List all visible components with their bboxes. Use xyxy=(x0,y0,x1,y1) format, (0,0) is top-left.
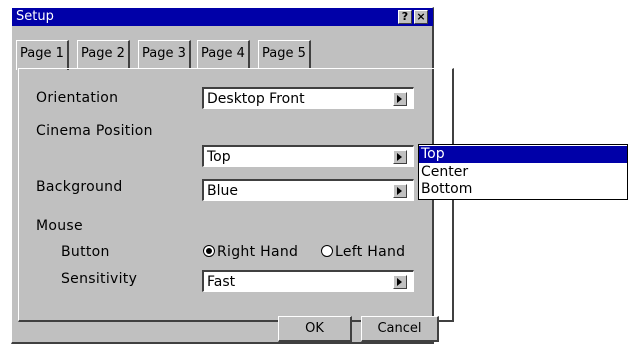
orientation-select[interactable]: Desktop Front xyxy=(202,87,414,109)
close-button[interactable]: × xyxy=(414,10,428,24)
sensitivity-label: Sensitivity xyxy=(61,271,138,287)
radio-right-hand-label: Right Hand xyxy=(217,244,299,260)
window-title: Setup xyxy=(16,9,54,24)
cinema-position-select[interactable]: Top xyxy=(202,145,414,167)
background-value: Blue xyxy=(207,183,238,199)
mouse-button-label: Button xyxy=(61,244,110,260)
background-label: Background xyxy=(36,179,123,195)
radio-selected-icon[interactable] xyxy=(203,245,215,257)
tab-page-1[interactable]: Page 1 xyxy=(16,40,69,70)
dropdown-arrow-icon[interactable] xyxy=(393,275,407,289)
dropdown-arrow-icon[interactable] xyxy=(393,150,407,164)
background-select[interactable]: Blue xyxy=(202,179,414,201)
help-button[interactable]: ? xyxy=(398,10,412,24)
tab-page-3[interactable]: Page 3 xyxy=(138,40,191,68)
orientation-value: Desktop Front xyxy=(207,91,305,107)
radio-right-hand[interactable]: Right Hand xyxy=(203,243,298,261)
cinema-position-value: Top xyxy=(207,149,231,165)
cinema-position-label: Cinema Position xyxy=(36,123,153,139)
radio-left-hand-label: Left Hand xyxy=(335,244,406,260)
tab-page-4[interactable]: Page 4 xyxy=(197,40,250,68)
tab-page-5[interactable]: Page 5 xyxy=(258,40,311,68)
mouse-label: Mouse xyxy=(36,218,83,234)
radio-unselected-icon[interactable] xyxy=(321,245,333,257)
tab-page-2[interactable]: Page 2 xyxy=(77,40,130,68)
dropdown-option-top[interactable]: Top xyxy=(419,146,627,163)
dropdown-arrow-icon[interactable] xyxy=(393,184,407,198)
sensitivity-select[interactable]: Fast xyxy=(202,270,414,292)
dropdown-arrow-icon[interactable] xyxy=(393,92,407,106)
ok-button[interactable]: OK xyxy=(278,316,352,342)
sensitivity-value: Fast xyxy=(207,274,236,290)
dropdown-option-center[interactable]: Center xyxy=(419,164,627,181)
radio-left-hand[interactable]: Left Hand xyxy=(321,243,405,261)
title-bar[interactable] xyxy=(12,8,433,26)
cancel-button[interactable]: Cancel xyxy=(361,316,439,342)
dropdown-option-bottom[interactable]: Bottom xyxy=(419,181,627,198)
orientation-label: Orientation xyxy=(36,90,119,106)
